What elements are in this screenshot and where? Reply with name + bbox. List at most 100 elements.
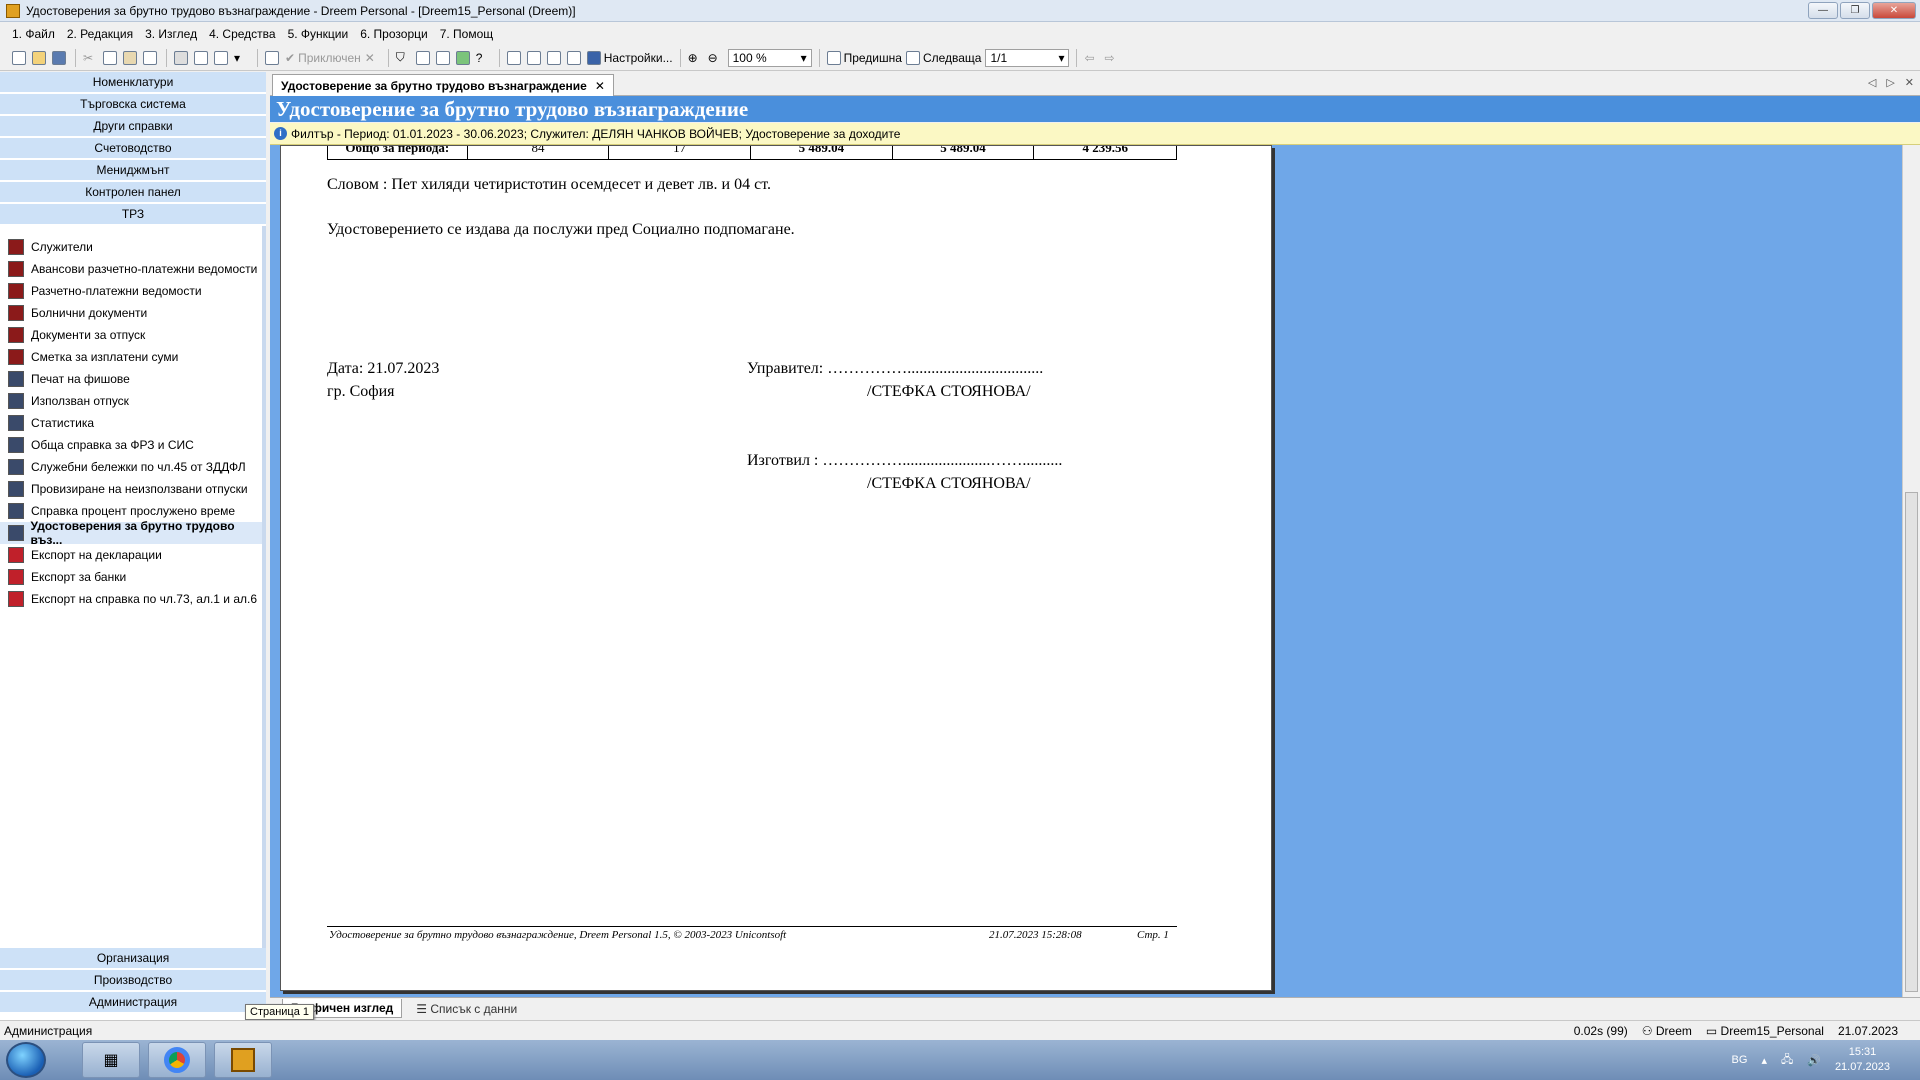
sidebar-item-print-slips[interactable]: Печат на фишове — [0, 368, 262, 390]
list-icon[interactable] — [546, 49, 563, 67]
sidebar-item-sick-docs[interactable]: Болнични документи — [0, 302, 262, 324]
grid-icon[interactable] — [435, 49, 452, 67]
sidebar-item-export-art73[interactable]: Експорт на справка по чл.73, ал.1 и ал.6 — [0, 588, 262, 610]
sidebar-item-leave-docs[interactable]: Документи за отпуск — [0, 324, 262, 346]
paste-icon[interactable] — [123, 49, 139, 67]
sidebar-item-statistics[interactable]: Статистика — [0, 412, 262, 434]
menu-file[interactable]: 1. Файл — [12, 27, 55, 41]
group-control-panel[interactable]: Контролен панел — [0, 182, 266, 204]
tray-arrow-icon[interactable]: ▴ — [1761, 1054, 1767, 1067]
clear-icon[interactable] — [143, 49, 159, 67]
manager-label: Управител: ……………........................… — [747, 360, 1044, 377]
sidebar-item-advance-payrolls[interactable]: Авансови разчетно-платежни ведомости — [0, 258, 262, 280]
layout-icon[interactable] — [506, 49, 523, 67]
language-indicator[interactable]: BG — [1732, 1054, 1748, 1066]
finished-button[interactable]: ✔ Приключен — [285, 49, 361, 67]
sidebar-item-provisioning[interactable]: Провизиране на неизползвани отпуски — [0, 478, 262, 500]
footer-timestamp: 21.07.2023 15:28:08 — [989, 929, 1082, 941]
clock[interactable]: 15:31 21.07.2023 — [1835, 1045, 1890, 1075]
chrome-icon[interactable] — [148, 1042, 206, 1078]
filter-text: Филтър - Период: 01.01.2023 - 30.06.2023… — [291, 126, 901, 141]
settings-button[interactable]: Настройки... — [586, 49, 673, 67]
tab-gross-certificate[interactable]: Удостоверение за брутно трудово възнагра… — [272, 74, 614, 96]
export-icon — [8, 569, 24, 585]
group-accounting[interactable]: Счетоводство — [0, 138, 266, 160]
filter-icon[interactable]: ⛉ — [396, 49, 412, 67]
sidebar-item-used-leave[interactable]: Използван отпуск — [0, 390, 262, 412]
menu-edit[interactable]: 2. Редакция — [67, 27, 133, 41]
clear-filter-icon[interactable] — [415, 49, 432, 67]
date-text: Дата: 21.07.2023 — [327, 360, 440, 377]
dreem-app-icon[interactable] — [214, 1042, 272, 1078]
group-organization[interactable]: Организация — [0, 948, 266, 970]
group-other-reports[interactable]: Други справки — [0, 116, 266, 138]
scrollbar-thumb[interactable] — [1905, 492, 1918, 992]
group-administration[interactable]: Администрация — [0, 992, 266, 1014]
cut-icon[interactable]: ✂ — [83, 49, 99, 67]
status-bar: Администрация 0.02s (99) ⚇ Dreem ▭ Dreem… — [0, 1020, 1920, 1040]
table-icon[interactable] — [566, 49, 583, 67]
edit-doc-icon[interactable] — [265, 49, 281, 67]
minimize-button[interactable]: — — [1808, 2, 1838, 19]
restore-button[interactable]: ❐ — [1840, 2, 1870, 19]
menu-functions[interactable]: 5. Функции — [288, 27, 349, 41]
group-nomenclatures[interactable]: Номенклатури — [0, 72, 266, 94]
save-icon[interactable] — [52, 49, 68, 67]
group-payroll[interactable]: ТРЗ — [0, 204, 266, 226]
report-icon — [8, 393, 24, 409]
page-select[interactable]: 1/1 ▾ — [985, 48, 1070, 67]
start-button[interactable] — [6, 1042, 46, 1078]
summary-cell: 5 489.04 — [751, 146, 893, 159]
new-icon[interactable] — [12, 49, 28, 67]
cancel-icon[interactable]: ✕ — [365, 49, 381, 67]
tab-left-icon[interactable]: ◁ — [1868, 76, 1876, 89]
zoom-out-icon[interactable]: ⊖ — [708, 49, 724, 67]
help-icon[interactable]: ? — [476, 49, 492, 67]
arrow-down-icon[interactable]: ▾ — [234, 49, 250, 67]
sidebar-item-paid-sums[interactable]: Сметка за изплатени суми — [0, 346, 262, 368]
menu-help[interactable]: 7. Помощ — [440, 27, 493, 41]
summary-row: Общо за периода: 84 17 5 489.04 5 489.04… — [327, 146, 1177, 160]
tab-data-list[interactable]: ☰ Списък с данни — [408, 1000, 525, 1018]
manager-name: /СТЕФКА СТОЯНОВА/ — [867, 383, 1031, 400]
sidebar-item-gross-certificates[interactable]: Удостоверения за брутно трудово въз... — [0, 519, 262, 547]
sidebar-item-payrolls[interactable]: Разчетно-платежни ведомости — [0, 280, 262, 302]
network-icon[interactable]: 🖧 — [1781, 1051, 1793, 1070]
group-trade-system[interactable]: Търговска система — [0, 94, 266, 116]
volume-icon[interactable]: 🔊 — [1807, 1054, 1821, 1067]
close-window-button[interactable]: ✕ — [1872, 2, 1916, 19]
menu-tools[interactable]: 4. Средства — [209, 27, 276, 41]
preview-icon[interactable] — [194, 49, 210, 67]
group-production[interactable]: Производство — [0, 970, 266, 992]
refresh-icon[interactable] — [455, 49, 472, 67]
page-tooltip: Страница 1 — [245, 1004, 315, 1020]
calculator-icon[interactable]: ▦ — [82, 1042, 140, 1078]
export-icon[interactable] — [214, 49, 230, 67]
sidebar-item-general-report[interactable]: Обща справка за ФРЗ и СИС — [0, 434, 262, 456]
group-management[interactable]: Мениджмънт — [0, 160, 266, 182]
zoom-select[interactable]: 100 % ▾ — [727, 48, 812, 67]
zoom-in-icon[interactable]: ⊕ — [688, 49, 704, 67]
menu-view[interactable]: 3. Изглед — [145, 27, 197, 41]
previous-page-button[interactable]: Предишна — [826, 49, 902, 67]
sidebar-item-export-declarations[interactable]: Експорт на декларации — [0, 544, 262, 566]
chevron-down-icon: ▾ — [1058, 50, 1065, 65]
chart-icon[interactable] — [526, 49, 543, 67]
sidebar-item-employees[interactable]: Служители — [0, 236, 262, 258]
forward-icon[interactable]: ⇨ — [1104, 49, 1120, 67]
window-controls: — ❐ ✕ — [1808, 2, 1916, 19]
sidebar-item-export-banks[interactable]: Експорт за банки — [0, 566, 262, 588]
close-icon[interactable]: ✕ — [1905, 76, 1914, 89]
footer-caption: Удостоверение за брутно трудово възнагра… — [329, 929, 787, 941]
close-tab-icon[interactable]: ✕ — [595, 79, 605, 93]
menu-windows[interactable]: 6. Прозорци — [360, 27, 427, 41]
vertical-scrollbar[interactable] — [1902, 145, 1920, 997]
copy-icon[interactable] — [103, 49, 119, 67]
print-icon[interactable] — [174, 49, 190, 67]
next-page-button[interactable]: Следваща — [905, 49, 981, 67]
document-icon — [8, 349, 24, 365]
open-icon[interactable] — [32, 49, 48, 67]
back-icon[interactable]: ⇦ — [1084, 49, 1100, 67]
sidebar-item-service-notes[interactable]: Служебни бележки по чл.45 от ЗДДФЛ — [0, 456, 262, 478]
tab-right-icon[interactable]: ▷ — [1886, 76, 1894, 89]
